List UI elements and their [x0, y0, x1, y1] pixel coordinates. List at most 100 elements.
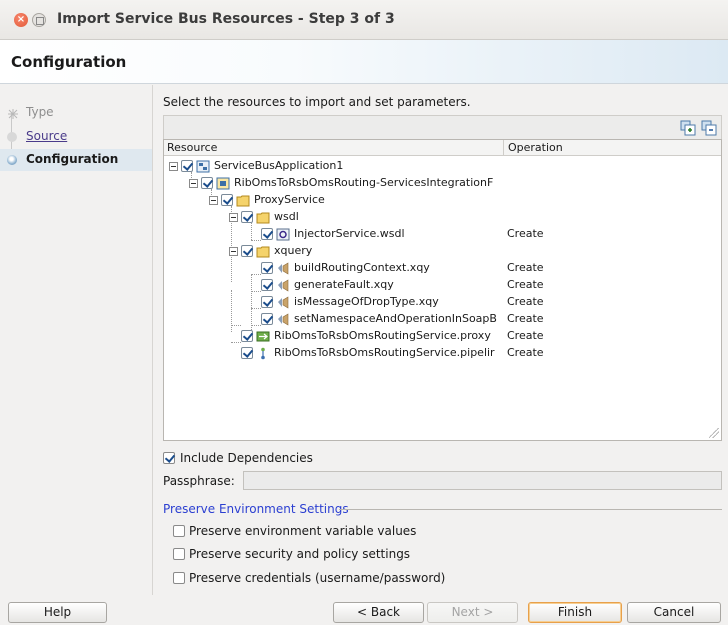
preserve-env-vars-checkbox[interactable]	[173, 525, 185, 537]
proxy-service-icon	[256, 330, 270, 343]
window-minimize-button[interactable]	[32, 13, 46, 27]
tree-checkbox[interactable]	[241, 330, 253, 342]
tree-row[interactable]: xquery	[164, 243, 721, 260]
tree-item-label: ProxyService	[254, 193, 325, 206]
tree-row[interactable]: isMessageOfDropType.xqy Create	[164, 294, 721, 311]
tree-item-label: RibOmsToRsbOmsRoutingService.pipelir	[274, 346, 495, 359]
tree-checkbox[interactable]	[261, 296, 273, 308]
step-type: Type	[0, 103, 152, 123]
resize-grip[interactable]	[709, 428, 719, 438]
step-source-icon	[7, 132, 17, 142]
step-source[interactable]: Source	[0, 127, 152, 147]
collapse-toggle-icon[interactable]	[229, 213, 238, 222]
preserve-security-label[interactable]: Preserve security and policy settings	[189, 547, 410, 561]
tree-item-label: RibOmsToRsbOmsRouting-ServicesIntegratio…	[234, 176, 494, 189]
next-button[interactable]: Next >	[427, 602, 518, 623]
tree-checkbox[interactable]	[261, 279, 273, 291]
tree-item-label: buildRoutingContext.xqy	[294, 261, 430, 274]
tree-row[interactable]: buildRoutingContext.xqy Create	[164, 260, 721, 277]
preserve-credentials-checkbox[interactable]	[173, 572, 185, 584]
passphrase-label: Passphrase:	[163, 474, 235, 488]
column-operation[interactable]: Operation	[508, 141, 563, 154]
tree-row[interactable]: RibOmsToRsbOmsRoutingService.proxy Creat…	[164, 328, 721, 345]
tree-item-operation: Create	[507, 295, 544, 308]
page-title: Configuration	[11, 53, 127, 71]
step-configuration: Configuration	[0, 149, 152, 171]
collapse-toggle-icon[interactable]	[229, 247, 238, 256]
tree-item-operation: Create	[507, 227, 544, 240]
tree-header: Resource Operation	[164, 140, 721, 156]
tree-checkbox[interactable]	[181, 160, 193, 172]
tree-checkbox[interactable]	[241, 347, 253, 359]
tree-item-operation: Create	[507, 278, 544, 291]
collapse-all-icon[interactable]	[701, 120, 717, 136]
tree-item-operation: Create	[507, 329, 544, 342]
tree-item-label: isMessageOfDropType.xqy	[294, 295, 439, 308]
tree-item-label: RibOmsToRsbOmsRoutingService.proxy	[274, 329, 491, 342]
step-type-icon	[7, 108, 18, 119]
include-dependencies-checkbox[interactable]	[163, 452, 175, 464]
header-banner: Configuration	[0, 40, 728, 84]
tree-item-operation: Create	[507, 312, 544, 325]
tree-item-operation: Create	[507, 261, 544, 274]
main-panel: Select the resources to import and set p…	[152, 85, 728, 595]
tree-item-label: InjectorService.wsdl	[294, 227, 405, 240]
resource-tree[interactable]: Resource Operation ServiceBusApplication…	[163, 139, 722, 441]
step-configuration-icon	[7, 155, 17, 165]
tree-checkbox[interactable]	[241, 211, 253, 223]
tree-item-label: wsdl	[274, 210, 299, 223]
step-type-label: Type	[26, 105, 54, 119]
folder-icon	[256, 245, 270, 258]
passphrase-input[interactable]	[243, 471, 722, 490]
column-separator[interactable]	[503, 140, 504, 156]
back-button[interactable]: < Back	[333, 602, 424, 623]
wizard-steps: Type Source Configuration	[0, 85, 152, 595]
include-dependencies-label[interactable]: Include Dependencies	[180, 451, 313, 465]
tree-checkbox[interactable]	[261, 313, 273, 325]
tree-row[interactable]: RibOmsToRsbOmsRoutingService.pipelir Cre…	[164, 345, 721, 362]
tree-row[interactable]: ProxyService	[164, 192, 721, 209]
application-icon	[196, 160, 210, 173]
finish-button[interactable]: Finish	[528, 602, 622, 623]
group-divider	[339, 509, 722, 510]
tree-row[interactable]: InjectorService.wsdl Create	[164, 226, 721, 243]
tree-checkbox[interactable]	[261, 228, 273, 240]
tree-checkbox[interactable]	[221, 194, 233, 206]
tree-row[interactable]: RibOmsToRsbOmsRouting-ServicesIntegratio…	[164, 175, 721, 192]
collapse-toggle-icon[interactable]	[189, 179, 198, 188]
preserve-env-vars-label[interactable]: Preserve environment variable values	[189, 524, 416, 538]
tree-checkbox[interactable]	[241, 245, 253, 257]
step-configuration-label: Configuration	[26, 152, 119, 166]
collapse-toggle-icon[interactable]	[169, 162, 178, 171]
preserve-settings-title: Preserve Environment Settings	[163, 502, 349, 516]
expand-all-icon[interactable]	[680, 120, 696, 136]
window-title: Import Service Bus Resources - Step 3 of…	[57, 11, 395, 27]
help-button[interactable]: Help	[8, 602, 107, 623]
collapse-toggle-icon[interactable]	[209, 196, 218, 205]
tree-checkbox[interactable]	[261, 262, 273, 274]
tree-checkbox[interactable]	[201, 177, 213, 189]
tree-item-label: xquery	[274, 244, 313, 257]
folder-icon	[236, 194, 250, 207]
tree-row[interactable]: wsdl	[164, 209, 721, 226]
preserve-security-checkbox[interactable]	[173, 548, 185, 560]
project-icon	[216, 177, 230, 190]
window-close-button[interactable]: ×	[14, 13, 28, 27]
column-resource[interactable]: Resource	[167, 141, 217, 154]
wsdl-icon	[276, 228, 290, 241]
instructions-text: Select the resources to import and set p…	[163, 95, 471, 109]
xquery-icon	[276, 262, 290, 275]
tree-item-label: ServiceBusApplication1	[214, 159, 344, 172]
tree-item-label: generateFault.xqy	[294, 278, 394, 291]
tree-item-operation: Create	[507, 346, 544, 359]
tree-row[interactable]: generateFault.xqy Create	[164, 277, 721, 294]
preserve-credentials-label[interactable]: Preserve credentials (username/password)	[189, 571, 445, 585]
pipeline-icon	[256, 347, 270, 360]
xquery-icon	[276, 296, 290, 309]
cancel-button[interactable]: Cancel	[627, 602, 721, 623]
xquery-icon	[276, 313, 290, 326]
tree-row[interactable]: setNamespaceAndOperationInSoapB Create	[164, 311, 721, 328]
tree-row[interactable]: ServiceBusApplication1	[164, 158, 721, 175]
step-source-label[interactable]: Source	[26, 129, 67, 143]
xquery-icon	[276, 279, 290, 292]
